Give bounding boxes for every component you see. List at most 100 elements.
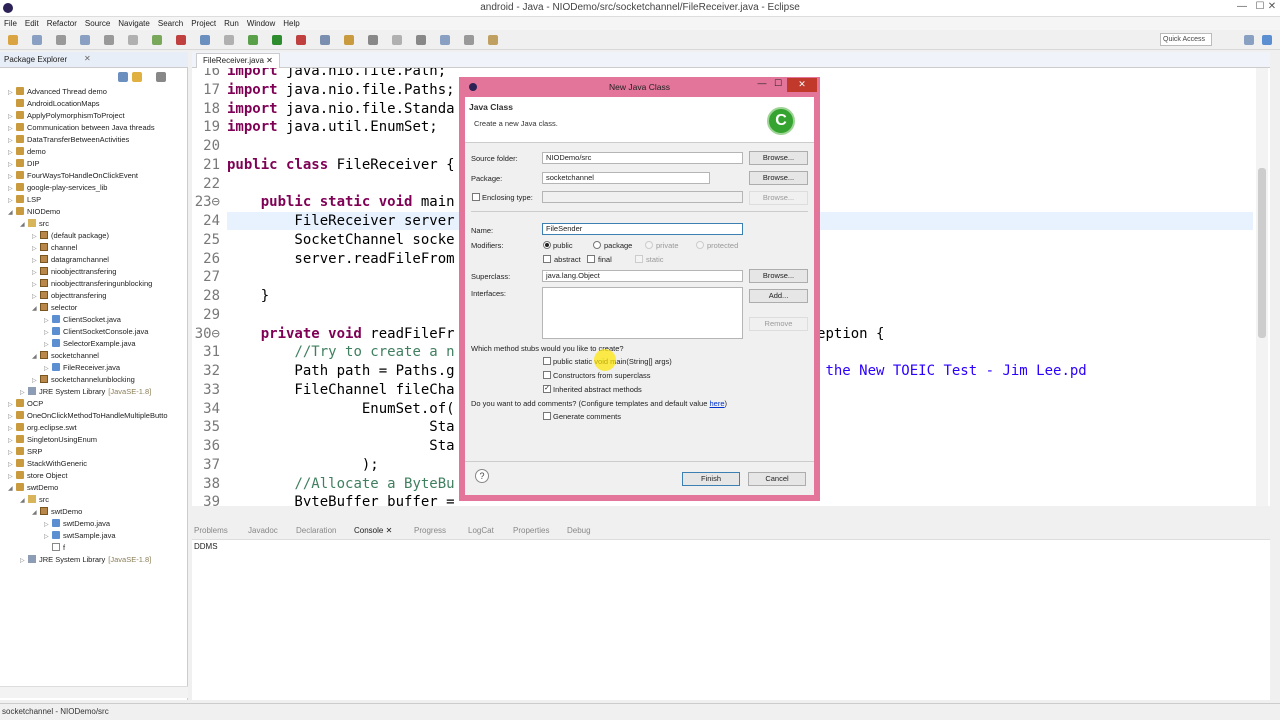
pin-icon[interactable] [488,35,498,45]
redo-icon[interactable] [128,35,138,45]
save-icon[interactable] [32,35,42,45]
code-line[interactable]: EnumSet.of( [227,400,455,418]
expand-arrow-icon[interactable]: ◢ [32,507,40,519]
menu-run[interactable]: Run [220,17,243,30]
undo-icon[interactable] [104,35,114,45]
tree-item[interactable]: ▷ swtDemo.java [44,518,110,530]
tree-item[interactable]: ◢ NIODemo [8,206,60,218]
enclosing-type-checkbox[interactable] [472,193,480,201]
package-field[interactable]: socketchannel [542,172,710,184]
menu-help[interactable]: Help [279,17,303,30]
code-line[interactable]: server.readFileFrom [227,250,454,268]
bottom-tab-declaration[interactable]: Declaration [296,526,336,535]
tree-item[interactable]: ▷ LSP [8,194,41,206]
code-line[interactable]: import java.util.EnumSet; [227,118,438,136]
tree-item[interactable]: ▷ JRE System Library [JavaSE-1.8] [20,386,151,398]
code-line[interactable]: public static void main [227,193,455,211]
expand-arrow-icon[interactable]: ◢ [20,495,28,507]
close-icon[interactable]: ✕ [1264,0,1280,14]
open-type-icon[interactable] [200,35,210,45]
generate-comments-checkbox[interactable] [543,412,551,420]
finish-button[interactable]: Finish [682,472,740,486]
new-class-icon[interactable] [344,35,354,45]
tree-item[interactable]: ▷ OneOnClickMethodToHandleMultipleButto [8,410,168,422]
horizontal-scrollbar[interactable] [0,686,188,698]
menu-navigate[interactable]: Navigate [114,17,154,30]
menu-window[interactable]: Window [243,17,279,30]
expand-arrow-icon[interactable]: ◢ [8,483,16,495]
menu-edit[interactable]: Edit [21,17,43,30]
tree-item[interactable]: AndroidLocationMaps [8,98,100,110]
maximize-icon[interactable]: ☐ [771,78,785,92]
menu-file[interactable]: File [0,17,21,30]
dialog-close-button[interactable]: ✕ [787,78,817,92]
superclass-field[interactable]: java.lang.Object [542,270,743,282]
expand-arrow-icon[interactable]: ◢ [32,303,40,315]
tree-item[interactable]: ▷ nioobjecttransfering [32,266,116,278]
console-view[interactable]: DDMS [192,540,1270,700]
bookmark-icon[interactable] [416,35,426,45]
bottom-tab-console[interactable]: Console ✕ [354,526,392,535]
vertical-scrollbar[interactable] [1256,68,1268,506]
bottom-tab-logcat[interactable]: LogCat [468,526,494,535]
source-folder-field[interactable]: NIODemo/src [542,152,743,164]
external-tools-icon[interactable] [296,35,306,45]
perspective-java-icon[interactable] [1244,35,1254,45]
expand-arrow-icon[interactable]: ▷ [20,555,28,567]
tree-item[interactable]: ▷ socketchannelunblocking [32,374,135,386]
menu-project[interactable]: Project [187,17,220,30]
class-name-field[interactable]: FileSender [542,223,743,235]
code-line[interactable]: import java.nio.file.Path; [227,68,446,80]
bottom-tab-properties[interactable]: Properties [513,526,549,535]
print-icon[interactable] [80,35,90,45]
tree-item[interactable]: ▷ ClientSocket.java [44,314,121,326]
code-line[interactable]: public class FileReceiver { [227,156,455,174]
quick-access-input[interactable]: Quick Access [1160,33,1212,46]
modifier-public-radio[interactable] [543,241,551,249]
help-icon[interactable]: ? [475,469,489,483]
tree-item[interactable]: ▷ google-play-services_lib [8,182,107,194]
code-line[interactable]: //Try to create a n [227,343,454,361]
save-all-icon[interactable] [56,35,66,45]
stub-main-checkbox[interactable] [543,357,551,365]
modifier-package-radio[interactable] [593,241,601,249]
tree-item[interactable]: ▷ (default package) [32,230,109,242]
tree-item[interactable]: ◢ src [20,494,49,506]
minimize-icon[interactable]: — [755,78,769,92]
tree-item[interactable]: ▷ demo [8,146,46,158]
tree-item[interactable]: ▷ channel [32,242,77,254]
interfaces-list[interactable] [542,287,743,339]
code-line[interactable]: Sta [227,437,454,455]
menu-search[interactable]: Search [154,17,187,30]
link-editor-icon[interactable] [132,72,142,82]
tree-item[interactable]: ▷ DIP [8,158,40,170]
cancel-button[interactable]: Cancel [748,472,806,486]
code-line[interactable]: } [227,287,269,305]
tree-item[interactable]: ▷ objecttransfering [32,290,106,302]
build-icon[interactable] [248,35,258,45]
menu-refactor[interactable]: Refactor [43,17,81,30]
stub-constructors-checkbox[interactable] [543,371,551,379]
code-line[interactable]: Sta [227,418,454,436]
modifier-abstract-checkbox[interactable] [543,255,551,263]
tree-item[interactable]: ▷ Communication between Java threads [8,122,155,134]
tree-item[interactable]: ▷ SingletonUsingEnum [8,434,97,446]
tree-item[interactable]: ▷ ClientSocketConsole.java [44,326,148,338]
tree-item[interactable]: ▷ SRP [8,446,42,458]
back-icon[interactable] [440,35,450,45]
tree-item[interactable]: ◢ src [20,218,49,230]
expand-arrow-icon[interactable]: ◢ [32,351,40,363]
code-line[interactable]: FileChannel fileCha [227,381,454,399]
tree-item[interactable]: ▷ FourWaysToHandleOnClickEvent [8,170,138,182]
tree-item[interactable]: ▷ ApplyPolymorphismToProject [8,110,125,122]
tree-item[interactable]: ◢ swtDemo [8,482,58,494]
code-line[interactable]: import java.nio.file.Paths; [227,81,455,99]
stub-inherited-checkbox[interactable]: ✓ [543,385,551,393]
package-explorer-tab[interactable]: Package Explorer ✕ [0,52,188,68]
browse-superclass-button[interactable]: Browse... [749,269,808,283]
search-icon[interactable] [224,35,234,45]
annotation-icon[interactable] [368,35,378,45]
tree-item[interactable]: ▷ Advanced Thread demo [8,86,107,98]
tree-item[interactable]: ▷ org.eclipse.swt [8,422,77,434]
expand-arrow-icon[interactable]: ◢ [20,219,28,231]
